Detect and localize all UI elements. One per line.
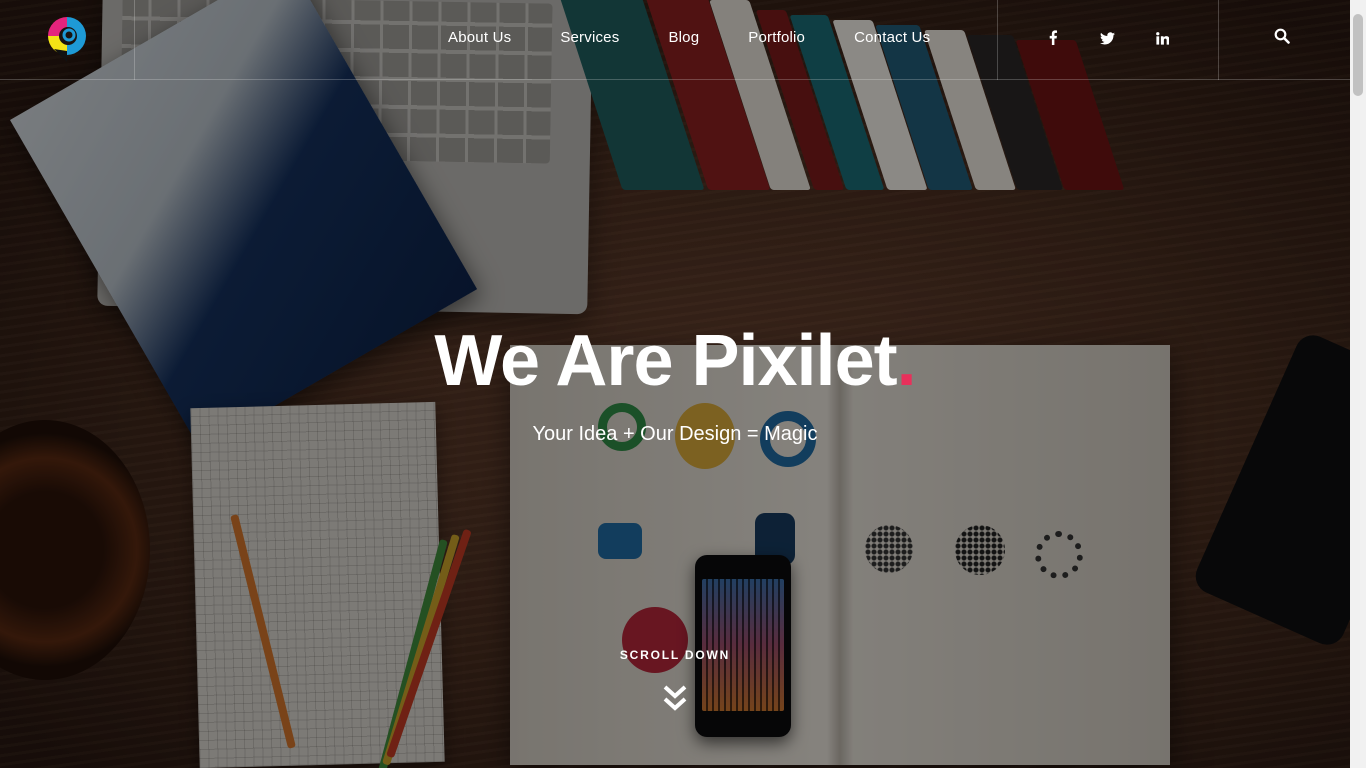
- linkedin-icon[interactable]: [1135, 30, 1190, 49]
- nav-item-portfolio[interactable]: Portfolio: [748, 29, 805, 46]
- nav-item-services[interactable]: Services: [560, 29, 619, 46]
- hero-title-dot: .: [896, 321, 917, 401]
- nav-item-about-us[interactable]: About Us: [448, 29, 511, 46]
- page-scrollbar[interactable]: [1350, 0, 1366, 768]
- header-divider: [997, 0, 998, 80]
- double-chevron-down-icon[interactable]: [663, 684, 687, 714]
- site-header: About Us Services Blog Portfolio Contact…: [0, 0, 1350, 80]
- nav-item-contact-us[interactable]: Contact Us: [854, 29, 930, 46]
- hero-subtitle: Your Idea + Our Design = Magic: [532, 423, 818, 445]
- main-nav: About Us Services Blog Portfolio Contact…: [448, 29, 979, 46]
- scrollbar-thumb[interactable]: [1353, 14, 1363, 96]
- social-links: [1025, 30, 1190, 49]
- header-divider: [134, 0, 135, 80]
- scroll-down-link[interactable]: SCROLL DOWN: [0, 648, 1350, 662]
- header-divider: [1218, 0, 1219, 80]
- pixilet-logo-icon[interactable]: [46, 15, 88, 63]
- facebook-icon[interactable]: [1025, 30, 1080, 49]
- hero-title-text: We Are Pixilet: [434, 321, 897, 401]
- nav-item-blog[interactable]: Blog: [668, 29, 699, 46]
- page: About Us Services Blog Portfolio Contact…: [0, 0, 1366, 768]
- search-icon[interactable]: [1274, 28, 1294, 48]
- twitter-icon[interactable]: [1080, 30, 1135, 49]
- hero-title: We Are Pixilet.: [0, 320, 1350, 402]
